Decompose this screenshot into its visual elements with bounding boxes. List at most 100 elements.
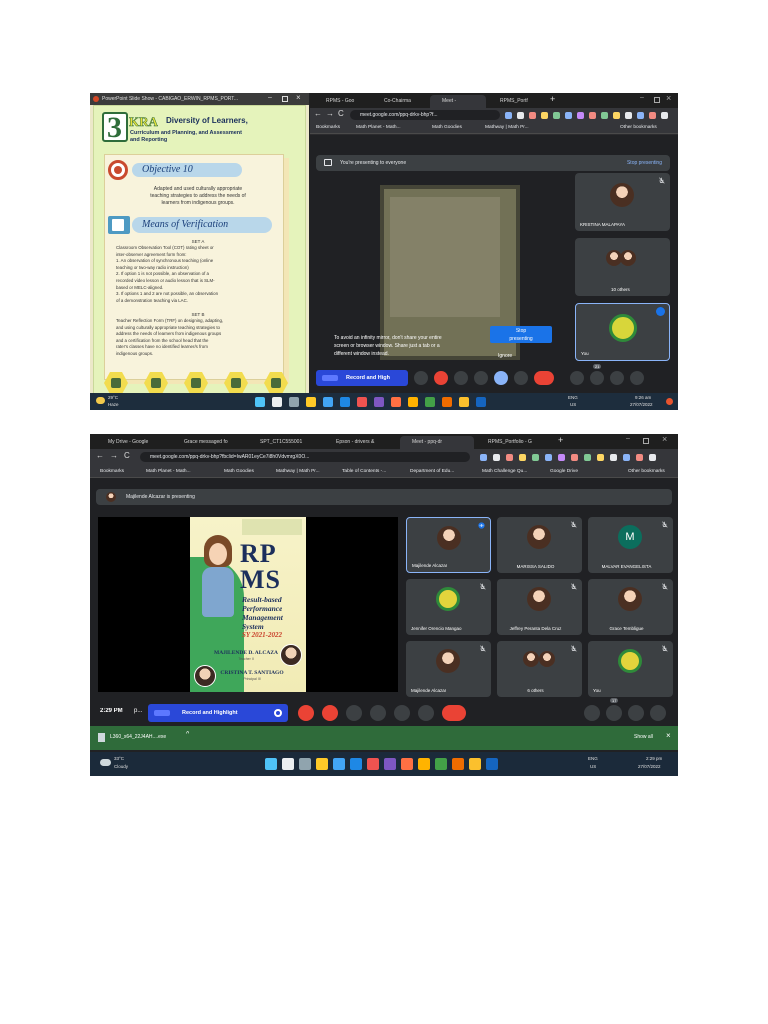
reload-icon[interactable]: C xyxy=(124,451,130,460)
extension-icon[interactable] xyxy=(565,112,572,119)
mail-icon[interactable] xyxy=(323,397,333,407)
bookmark-bookmarks[interactable]: Bookmarks xyxy=(316,122,340,134)
ignore-button[interactable]: Ignore xyxy=(498,353,512,359)
extension-icon[interactable] xyxy=(623,454,630,461)
bookmark-table-of-contents[interactable]: Table of Contents -... xyxy=(342,465,386,478)
meeting-code[interactable]: p... xyxy=(134,708,142,714)
new-tab-icon[interactable]: + xyxy=(558,435,563,445)
participant-tile[interactable]: M MALVAR EVANGELISTA xyxy=(588,517,673,573)
network-icon[interactable] xyxy=(184,372,208,394)
extension-icon[interactable] xyxy=(532,454,539,461)
url-field[interactable]: meet.google.com/ppq-drkv-bhp?fbclid=IwAR… xyxy=(140,452,470,462)
microphone-off-button[interactable] xyxy=(298,705,314,721)
word-icon[interactable] xyxy=(476,397,486,407)
activities-button[interactable] xyxy=(630,371,644,385)
people-button[interactable]: 21 xyxy=(590,364,604,385)
extension-icon[interactable] xyxy=(577,112,584,119)
bookmark-mathway[interactable]: Mathway | Math Pr... xyxy=(276,465,320,478)
present-button[interactable] xyxy=(394,705,410,721)
extension-icon[interactable] xyxy=(584,454,591,461)
extension-icon[interactable] xyxy=(636,454,643,461)
firefox-icon[interactable] xyxy=(401,758,413,770)
extension-icon[interactable] xyxy=(505,112,512,119)
tab-meet[interactable]: Meet - xyxy=(430,95,486,108)
extension-icon[interactable] xyxy=(601,112,608,119)
search-icon[interactable] xyxy=(282,758,294,770)
app-icon[interactable] xyxy=(384,758,396,770)
captions-button[interactable] xyxy=(346,705,362,721)
reload-icon[interactable]: C xyxy=(338,109,344,118)
close-icon[interactable]: × xyxy=(666,93,671,103)
activities-button[interactable] xyxy=(650,705,666,721)
chrome-icon[interactable] xyxy=(425,397,435,407)
self-tile[interactable]: You xyxy=(575,303,670,361)
url-field[interactable]: meet.google.com/ppq-drkv-bhp?f... xyxy=(350,110,500,120)
participant-tile[interactable]: MARISSA SALIDO xyxy=(497,517,582,573)
bookmark-mathway[interactable]: Mathway | Math Pr... xyxy=(485,122,529,134)
extension-icon[interactable] xyxy=(480,454,487,461)
close-icon[interactable]: × xyxy=(666,731,671,740)
extension-icon[interactable] xyxy=(661,112,668,119)
file-explorer-icon[interactable] xyxy=(316,758,328,770)
extension-icon[interactable] xyxy=(506,454,513,461)
house-icon[interactable] xyxy=(144,372,168,394)
language[interactable]: ENG xyxy=(588,756,598,761)
chrome-icon[interactable] xyxy=(435,758,447,770)
others-tile[interactable]: 10 others xyxy=(575,238,670,296)
chrome-icon[interactable] xyxy=(418,758,430,770)
more-options-button[interactable] xyxy=(418,705,434,721)
participant-tile[interactable]: You xyxy=(588,641,673,697)
minimize-icon[interactable]: – xyxy=(626,435,630,442)
tab-epson[interactable]: Epson - drivers & xyxy=(324,436,398,449)
task-view-icon[interactable] xyxy=(299,758,311,770)
bookmark-math-goodies[interactable]: Math Goodies xyxy=(432,122,462,134)
app-icon[interactable] xyxy=(452,758,464,770)
gear-icon[interactable] xyxy=(224,372,248,394)
raise-hand-button[interactable] xyxy=(370,705,386,721)
chevron-up-icon[interactable]: ^ xyxy=(186,731,189,738)
clock-time[interactable]: 2:29 pm xyxy=(646,756,662,761)
tab-my-drive[interactable]: My Drive - Google xyxy=(96,436,170,449)
participant-tile[interactable]: Grace Tembligue xyxy=(588,579,673,635)
store-icon[interactable] xyxy=(340,397,350,407)
back-icon[interactable]: ← xyxy=(96,451,104,460)
chrome-icon[interactable] xyxy=(459,397,469,407)
app-icon[interactable] xyxy=(442,397,452,407)
extension-icon[interactable] xyxy=(493,454,500,461)
extension-icon[interactable] xyxy=(610,454,617,461)
maximize-icon[interactable] xyxy=(643,438,649,444)
people-button[interactable]: 17 xyxy=(606,698,622,721)
chrome-icon[interactable] xyxy=(408,397,418,407)
clock-time[interactable]: 9:26 am xyxy=(635,395,651,400)
bookmark-other[interactable]: Other bookmarks xyxy=(620,122,657,134)
captions-button[interactable] xyxy=(454,371,468,385)
search-icon[interactable] xyxy=(272,397,282,407)
microphone-button[interactable] xyxy=(414,371,428,385)
windows-start-icon[interactable] xyxy=(255,397,265,407)
download-filename[interactable]: L360_x64_22J4AH....exe xyxy=(110,734,166,740)
show-all-link[interactable]: Show all xyxy=(634,734,653,740)
participant-tile[interactable]: Majilende Alcazar xyxy=(406,641,491,697)
forward-icon[interactable]: → xyxy=(110,451,118,460)
people-icon[interactable] xyxy=(264,372,288,394)
extension-icon[interactable] xyxy=(529,112,536,119)
powerpoint-icon[interactable] xyxy=(367,758,379,770)
raise-hand-button[interactable] xyxy=(474,371,488,385)
extension-icon[interactable] xyxy=(589,112,596,119)
participant-tile[interactable]: Jeffrey Peranta Dela Cruz xyxy=(497,579,582,635)
info-button[interactable] xyxy=(570,371,584,385)
stop-presenting-link[interactable]: Stop presenting xyxy=(627,155,662,171)
tab-rpms-portfolio[interactable]: RPMS_Portf xyxy=(488,95,544,108)
extension-icon[interactable] xyxy=(517,112,524,119)
record-toggle-icon[interactable] xyxy=(274,709,282,717)
extension-icon[interactable] xyxy=(625,112,632,119)
camera-off-button[interactable] xyxy=(322,705,338,721)
close-icon[interactable]: × xyxy=(662,434,667,444)
tab-rpms-google[interactable]: RPMS - Goo xyxy=(314,95,370,108)
extension-icon[interactable] xyxy=(558,454,565,461)
extension-icon[interactable] xyxy=(541,112,548,119)
extension-icon[interactable] xyxy=(613,112,620,119)
more-icon[interactable] xyxy=(656,307,665,316)
file-explorer-icon[interactable] xyxy=(306,397,316,407)
minimize-icon[interactable]: – xyxy=(640,94,644,101)
